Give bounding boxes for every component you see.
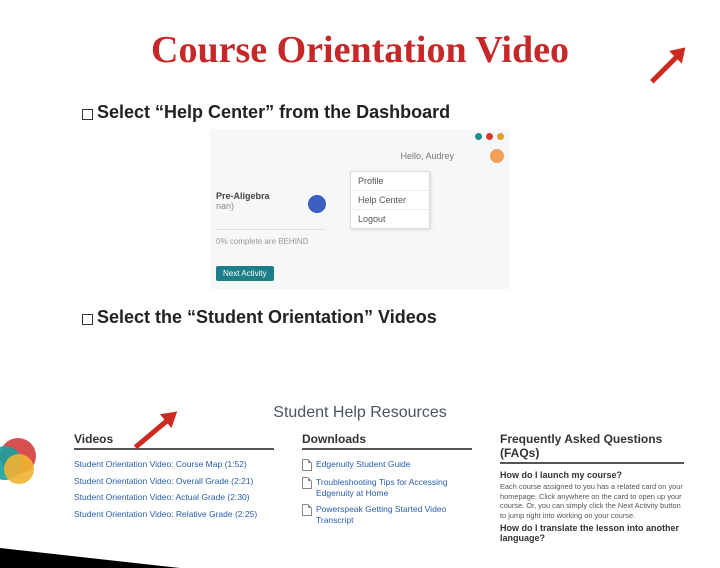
top-icons [475,133,504,140]
greeting-text: Hello, Audrey [400,151,454,161]
screenshot-dashboard: Hello, Audrey Pre-Aligebra nan) 0% compl… [210,129,510,289]
document-icon [302,504,312,516]
status-dot-icon [475,133,482,140]
bullet-2: Select the “Student Orientation” Videos [82,307,720,328]
checkbox-icon [82,314,93,325]
menu-item-profile[interactable]: Profile [351,172,429,191]
status-dot-icon [486,133,493,140]
divider [216,229,326,230]
downloads-column: Downloads Edgenuity Student Guide Troubl… [302,432,472,543]
bullet-2-text: Select the “Student Orientation” Videos [97,307,437,328]
status-dot-icon [497,133,504,140]
help-heading: Student Help Resources [0,398,720,432]
screenshot-help-resources: Student Help Resources Videos Student Or… [0,398,720,568]
user-menu: Profile Help Center Logout [350,171,430,229]
menu-item-help-center[interactable]: Help Center [351,191,429,210]
faq-header: Frequently Asked Questions (FAQs) [500,432,684,464]
avatar[interactable] [490,149,504,163]
video-link-3[interactable]: Student Orientation Video: Actual Grade … [74,489,274,506]
checkbox-icon [82,109,93,120]
video-link-2[interactable]: Student Orientation Video: Overall Grade… [74,473,274,490]
menu-item-logout[interactable]: Logout [351,210,429,228]
downloads-header: Downloads [302,432,472,450]
footer-triangle [0,548,180,568]
download-link-3[interactable]: Powerspeak Getting Started Video Transcr… [302,501,472,528]
faq-column: Frequently Asked Questions (FAQs) How do… [500,432,684,543]
video-link-4[interactable]: Student Orientation Video: Relative Grad… [74,506,274,523]
course-icon [308,195,326,213]
slide: Course Orientation Video Select “Help Ce… [0,28,720,568]
videos-column: Videos Student Orientation Video: Course… [74,432,274,543]
course-card[interactable]: Pre-Aligebra nan) [216,191,326,213]
videos-header: Videos [74,432,274,450]
document-icon [302,477,312,489]
download-link-1[interactable]: Edgenuity Student Guide [302,456,472,474]
document-icon [302,459,312,471]
progress-text: 0% complete are BEHIND [216,237,308,246]
download-link-2[interactable]: Troubleshooting Tips for Accessing Edgen… [302,474,472,501]
logo-icon [0,432,52,482]
slide-title: Course Orientation Video [0,28,720,72]
faq-question-1: How do I launch my course? [500,470,684,480]
bullet-1-text: Select “Help Center” from the Dashboard [97,102,450,123]
faq-answer-1: Each course assigned to you has a relate… [500,482,684,521]
next-activity-button[interactable]: Next Activity [216,266,274,281]
video-link-1[interactable]: Student Orientation Video: Course Map (1… [74,456,274,473]
